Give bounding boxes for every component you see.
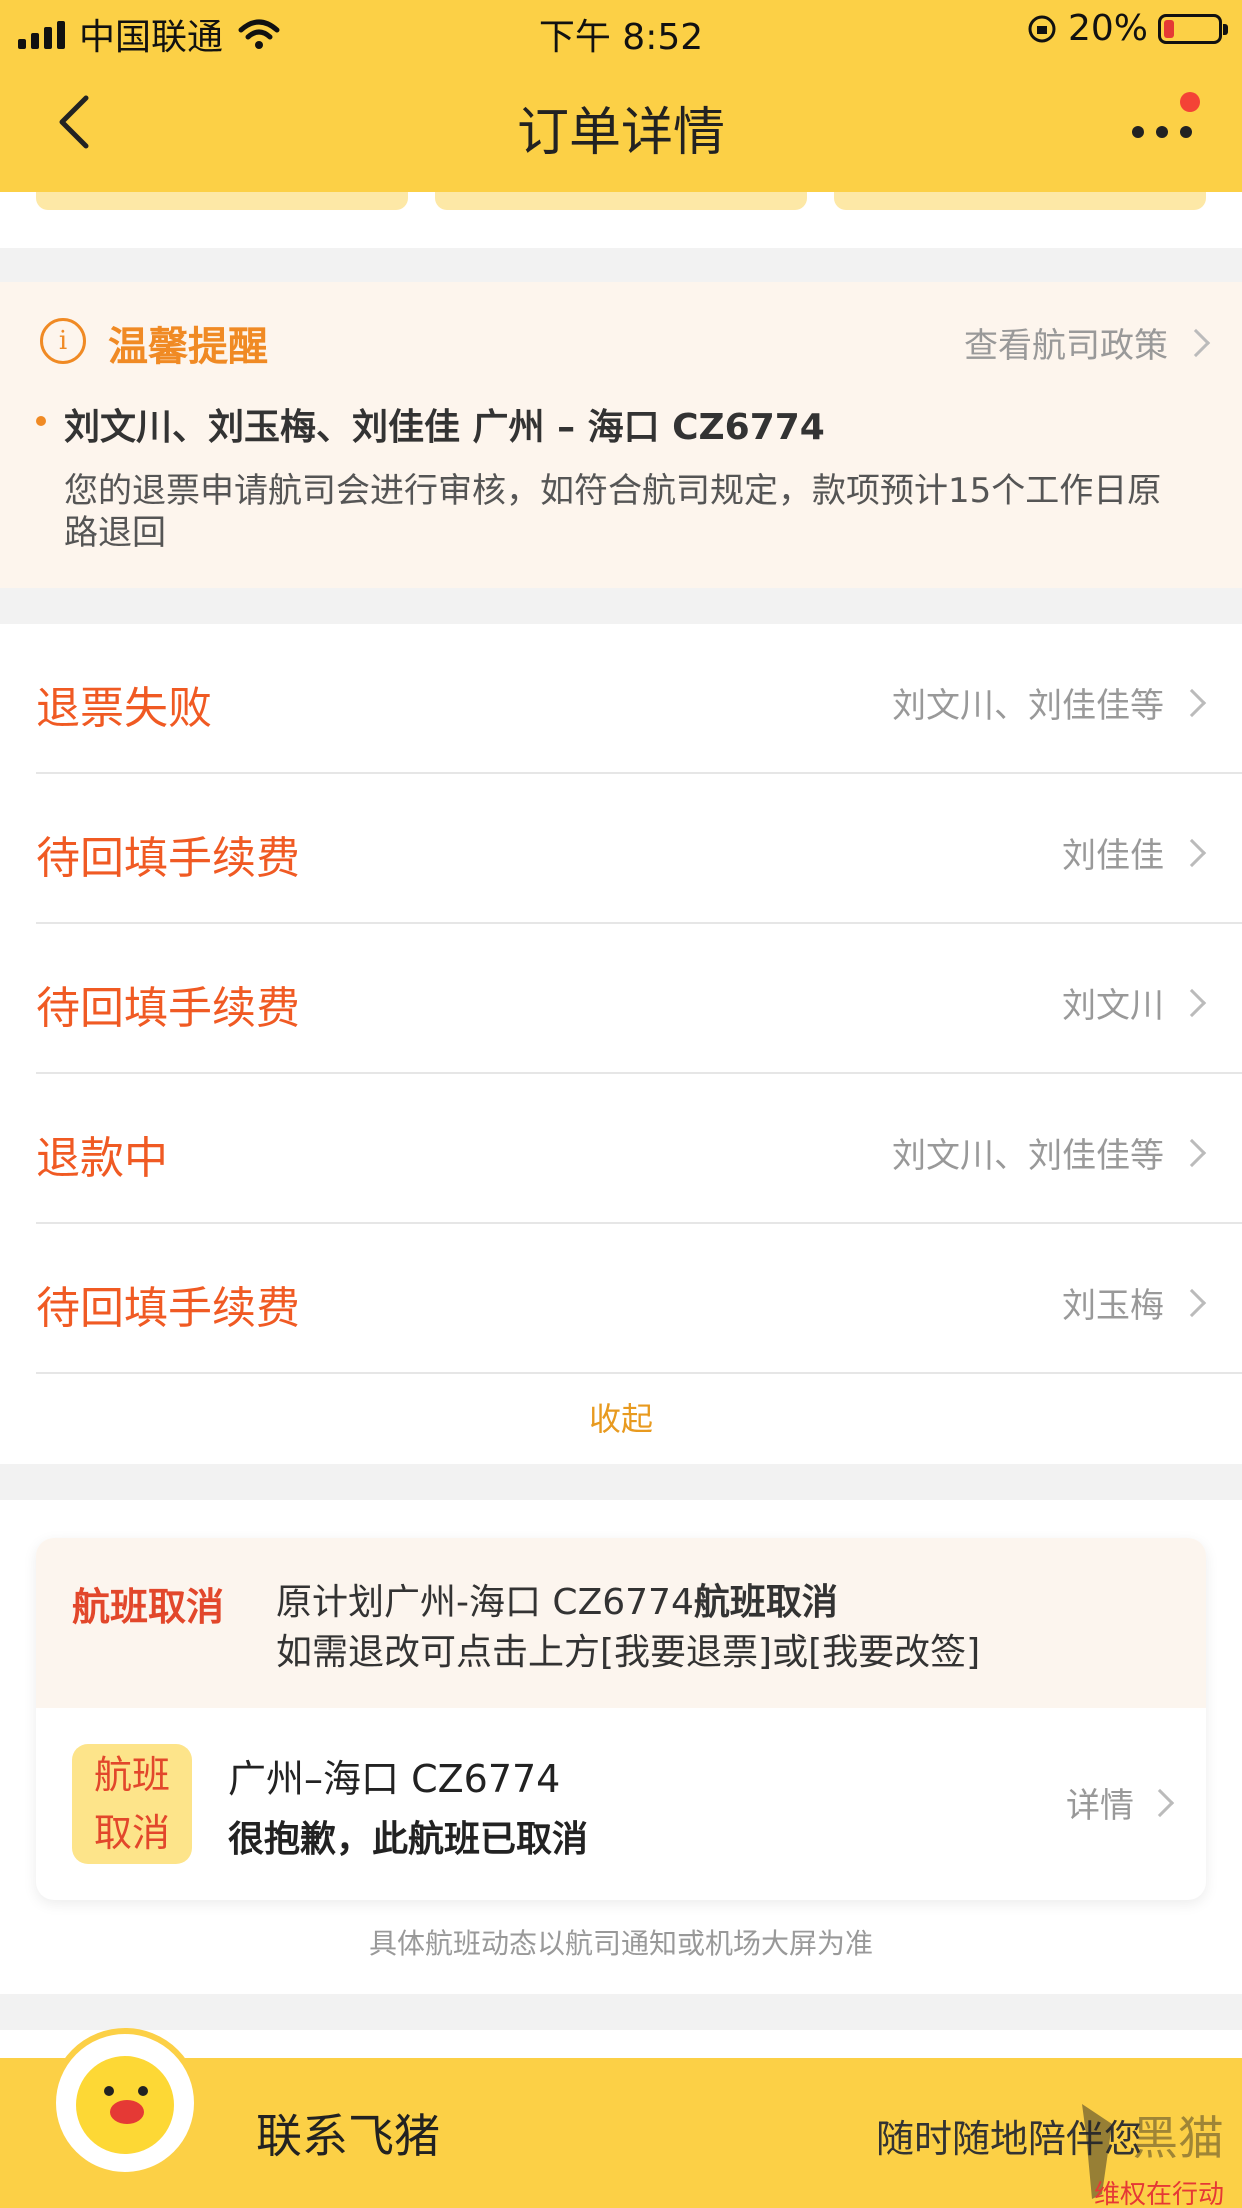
cancel-notice: 航班取消 原计划广州-海口 CZ6774航班取消 如需退改可点击上方[我要退票]… — [36, 1538, 1206, 1708]
notice-line1-prefix: 原计划广州-海口 CZ6774 — [276, 1582, 694, 1623]
chevron-right-icon — [1177, 688, 1207, 717]
flight-card: 航班取消 原计划广州-海口 CZ6774航班取消 如需退改可点击上方[我要退票]… — [36, 1538, 1206, 1900]
passenger-names: 刘佳佳 — [1062, 836, 1164, 876]
status-row[interactable]: 待回填手续费 刘佳佳 — [36, 774, 1242, 924]
badge-line2: 取消 — [93, 1811, 170, 1855]
reminder-panel: i 温馨提醒 查看航司政策 刘文川、刘玉梅、刘佳佳 广州 – 海口 CZ6774… — [0, 282, 1242, 588]
fliggy-mascot-avatar — [50, 2028, 200, 2178]
battery-percent: 20% — [1067, 8, 1148, 49]
status-right: 20% — [1026, 8, 1228, 49]
flight-message: 很抱歉，此航班已取消 — [228, 1819, 589, 1860]
status-label: 退票失败 — [36, 683, 212, 734]
status-label: 待回填手续费 — [36, 1283, 300, 1334]
cancel-notice-text: 原计划广州-海口 CZ6774航班取消 如需退改可点击上方[我要退票]或[我要改… — [276, 1578, 980, 1678]
notification-dot — [1180, 92, 1200, 112]
chevron-right-icon — [1181, 328, 1211, 357]
chevron-right-icon — [1145, 1788, 1175, 1817]
passenger-names: 刘文川、刘佳佳等 — [892, 686, 1164, 726]
contact-fliggy-label[interactable]: 联系飞猪 — [256, 2100, 440, 2166]
svg-text:黑猫: 黑猫 — [1132, 2111, 1224, 2165]
bottom-spacer — [0, 2030, 1242, 2060]
chevron-right-icon — [1177, 988, 1207, 1017]
watermark-text: 维权在行动 — [1093, 2180, 1224, 2208]
page-title: 订单详情 — [516, 103, 725, 163]
status-row[interactable]: 退票失败 刘文川、刘佳佳等 — [36, 624, 1242, 774]
action-button-3[interactable] — [834, 192, 1206, 210]
battery-icon — [1158, 13, 1228, 44]
badge-line1: 航班 — [93, 1753, 170, 1797]
chevron-right-icon — [1177, 1138, 1207, 1167]
passenger-names: 刘文川 — [1062, 986, 1164, 1026]
airline-policy-link[interactable]: 查看航司政策 — [964, 318, 1211, 367]
cancel-notice-tag: 航班取消 — [72, 1585, 225, 1629]
notice-line1-bold: 航班取消 — [693, 1582, 838, 1623]
mascot-face — [76, 2056, 174, 2154]
status-passengers: 刘文川、刘佳佳等 — [892, 678, 1207, 727]
collapse-button[interactable]: 收起 — [0, 1394, 1242, 1440]
chevron-right-icon — [1177, 838, 1207, 867]
action-buttons-strip — [0, 192, 1242, 248]
status-passengers: 刘文川 — [1062, 978, 1207, 1027]
passenger-names: 刘文川、刘佳佳等 — [892, 1136, 1164, 1176]
mascot-eye — [138, 2086, 148, 2096]
reminder-message: 您的退票申请航司会进行审核，如符合航司规定，款项预计15个工作日原路退回 — [64, 471, 1162, 553]
orientation-lock-icon — [1028, 15, 1056, 42]
status-passengers: 刘文川、刘佳佳等 — [892, 1128, 1207, 1177]
flight-detail-link[interactable]: 详情 — [1066, 1778, 1175, 1827]
header: 中国联通 下午 8:52 20% 订单详情 — [0, 0, 1242, 192]
airline-policy-label: 查看航司政策 — [964, 326, 1168, 366]
bullet-dot — [36, 416, 46, 426]
reminder-passengers-route: 刘文川、刘玉梅、刘佳佳 广州 – 海口 CZ6774 — [64, 407, 825, 448]
status-label: 待回填手续费 — [36, 833, 300, 884]
reminder-title: 温馨提醒 — [108, 324, 268, 370]
flight-footnote: 具体航班动态以航司通知或机场大屏为准 — [368, 1927, 873, 1960]
status-bar: 中国联通 下午 8:52 20% — [0, 0, 1242, 60]
flight-status-section: 航班取消 原计划广州-海口 CZ6774航班取消 如需退改可点击上方[我要退票]… — [0, 1500, 1242, 1994]
status-passengers: 刘玉梅 — [1062, 1278, 1207, 1327]
cancel-notice-line1: 原计划广州-海口 CZ6774航班取消 — [276, 1578, 980, 1628]
status-row[interactable]: 待回填手续费 刘文川 — [36, 924, 1242, 1074]
status-label: 待回填手续费 — [36, 983, 300, 1034]
mascot-eye — [104, 2086, 114, 2096]
refund-status-list: 退票失败 刘文川、刘佳佳等 待回填手续费 刘佳佳 待回填手续费 刘文川 退款中 … — [0, 624, 1242, 1464]
flight-detail-label: 详情 — [1066, 1786, 1134, 1826]
cancel-notice-line2: 如需退改可点击上方[我要退票]或[我要改签] — [276, 1632, 981, 1673]
flight-cancelled-badge: 航班 取消 — [72, 1744, 192, 1864]
nav-bar: 订单详情 — [0, 70, 1242, 180]
chevron-right-icon — [1177, 1288, 1207, 1317]
status-row[interactable]: 退款中 刘文川、刘佳佳等 — [36, 1074, 1242, 1224]
flight-route: 广州–海口 CZ6774 — [228, 1757, 561, 1801]
status-row[interactable]: 待回填手续费 刘玉梅 — [36, 1224, 1242, 1374]
status-label: 退款中 — [36, 1133, 168, 1184]
mascot-snout — [110, 2100, 144, 2124]
action-button-1[interactable] — [36, 192, 408, 210]
action-button-2[interactable] — [435, 192, 807, 210]
passenger-names: 刘玉梅 — [1062, 1286, 1164, 1326]
battery-level — [1164, 19, 1174, 38]
info-icon: i — [40, 318, 86, 364]
status-passengers: 刘佳佳 — [1062, 828, 1207, 877]
